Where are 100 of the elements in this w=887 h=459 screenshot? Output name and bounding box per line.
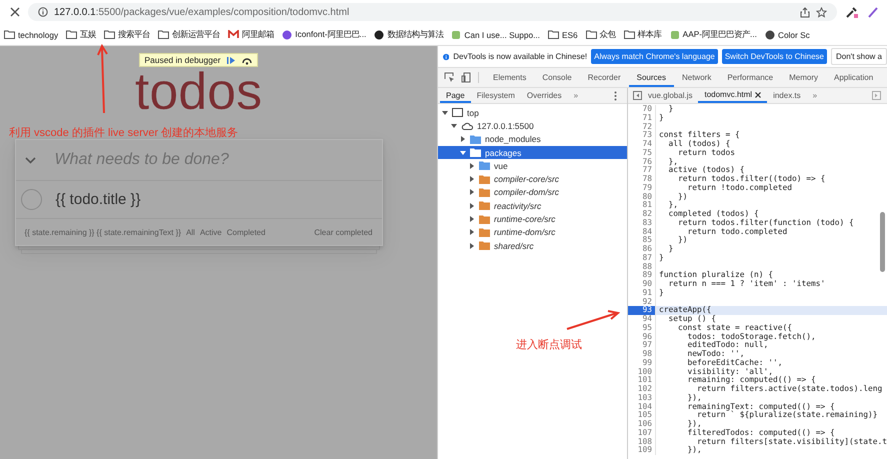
tree-item[interactable]: runtime-dom/src	[438, 226, 627, 239]
site-icon	[451, 30, 462, 40]
filter-link[interactable]: Active	[200, 228, 222, 236]
collapsed-triangle-icon[interactable]	[469, 189, 475, 196]
collapsed-triangle-icon[interactable]	[469, 176, 475, 182]
bookmark[interactable]: 数据结构与算法	[374, 29, 444, 40]
todo-checkbox[interactable]	[20, 189, 42, 210]
bookmark[interactable]: technology	[4, 30, 58, 40]
cloud-icon	[461, 122, 473, 130]
collapsed-triangle-icon[interactable]	[460, 136, 466, 142]
folder-icon	[104, 30, 116, 39]
app-title: todos	[134, 67, 262, 117]
navigator-tab[interactable]: Filesystem	[470, 88, 521, 103]
filter-link[interactable]: All	[186, 228, 195, 236]
expanded-triangle-icon[interactable]	[451, 122, 457, 129]
bookmark[interactable]: 创新运营平台	[158, 29, 220, 40]
more-tabs-button[interactable]: »	[568, 91, 584, 100]
collapsed-triangle-icon[interactable]	[469, 216, 475, 222]
annotation-text: 利用 vscode 的插件 live server 创建的本地服务	[9, 126, 238, 140]
info-icon	[443, 52, 450, 62]
tree-item[interactable]: vue	[438, 159, 627, 172]
annotation-arrow	[96, 44, 110, 114]
bookmark[interactable]: Can I use... Suppo...	[451, 30, 540, 40]
collapsed-triangle-icon[interactable]	[469, 242, 475, 249]
filter-link[interactable]: Completed	[226, 228, 266, 236]
items-left-count: {{ state.remaining }} {{ state.remainingText }}	[24, 228, 182, 236]
new-todo-input[interactable]: What needs to be done?	[52, 150, 382, 170]
tree-item[interactable]: node_modules	[438, 132, 627, 146]
site-icon	[670, 30, 680, 40]
dismiss-button[interactable]: Don't show a	[831, 48, 887, 65]
folder-icon	[158, 30, 170, 39]
round-logo-icon	[282, 30, 292, 40]
info-icon[interactable]	[38, 7, 48, 17]
expanded-triangle-icon[interactable]	[442, 110, 448, 116]
folder-icon	[548, 30, 559, 39]
folder-icon	[66, 30, 78, 39]
folder-icon	[4, 30, 15, 39]
share-icon[interactable]	[800, 6, 810, 18]
tree-item[interactable]: packages	[438, 146, 627, 160]
tree-item[interactable]: compiler-dom/src	[438, 186, 627, 200]
pen-icon[interactable]	[867, 6, 879, 18]
devtools-tab[interactable]: Recorder	[580, 68, 629, 87]
bookmark[interactable]: 众包	[586, 29, 616, 40]
bookmark[interactable]: 阿里邮箱	[228, 29, 274, 40]
more-tabs-button[interactable]: »	[806, 91, 824, 100]
devtools-tab[interactable]: Memory	[781, 68, 826, 87]
url-text: 127.0.0.1:5500/packages/vue/examples/composition/todomvc.html	[54, 6, 350, 18]
tree-item[interactable]: 127.0.0.1:5500	[438, 119, 627, 133]
eyedropper-icon[interactable]	[845, 5, 859, 19]
navigator-tab[interactable]: Page	[440, 88, 471, 103]
collapsed-triangle-icon[interactable]	[469, 162, 475, 169]
annotation-arrow	[566, 309, 620, 331]
round-logo-icon	[374, 30, 384, 40]
devtools-tab[interactable]: Performance	[719, 68, 782, 87]
bookmark[interactable]: Iconfont-阿里巴巴...	[282, 29, 366, 40]
tree-item[interactable]: runtime-core/src	[438, 212, 627, 226]
annotation-text: 进入断点调试	[516, 337, 582, 352]
devtools-tab[interactable]: Console	[534, 68, 580, 87]
tree-item[interactable]: shared/src	[438, 238, 627, 252]
close-icon[interactable]	[10, 7, 20, 17]
devtools-tab[interactable]: Elements	[485, 68, 534, 87]
paused-banner: Paused in debugger	[139, 53, 258, 67]
inspect-icon[interactable]	[444, 72, 455, 83]
chevron-down-icon[interactable]	[24, 156, 36, 164]
devtools-tab[interactable]: Application	[826, 68, 882, 87]
bookmark[interactable]: 搜索平台	[104, 29, 150, 40]
navigator-tab[interactable]: Overrides	[520, 88, 568, 103]
collapsed-triangle-icon[interactable]	[469, 202, 475, 209]
infobar-message: DevTools is now available in Chinese!	[453, 52, 588, 61]
file-tab[interactable]: vue.global.js	[642, 88, 698, 103]
close-icon[interactable]	[755, 92, 762, 98]
tree-item[interactable]: reactivity/src	[438, 199, 627, 212]
frame-icon	[452, 108, 463, 118]
expanded-triangle-icon[interactable]	[460, 150, 466, 156]
step-over-icon[interactable]	[240, 56, 253, 64]
language-button[interactable]: Switch DevTools to Chinese	[722, 49, 827, 64]
address-bar[interactable]: 127.0.0.1:5500/packages/vue/examples/composition/todomvc.html	[28, 3, 837, 21]
bookmark[interactable]: 互娱	[66, 29, 96, 40]
bookmark[interactable]: Color Sc	[764, 30, 810, 40]
devtools-tab[interactable]: Network	[674, 68, 720, 87]
collapsed-triangle-icon[interactable]	[469, 229, 475, 236]
bookmark[interactable]: 样本库	[624, 29, 662, 40]
language-button[interactable]: Always match Chrome's language	[591, 49, 718, 64]
tree-item[interactable]: top	[438, 106, 627, 120]
panel-toggle-icon[interactable]	[872, 91, 881, 100]
star-icon[interactable]	[816, 6, 827, 18]
letter-m-icon	[228, 30, 240, 39]
resume-icon[interactable]	[226, 56, 236, 64]
device-icon[interactable]	[461, 72, 472, 83]
bookmark[interactable]: ES6	[548, 30, 578, 40]
folder-icon	[624, 30, 635, 39]
tree-item[interactable]: compiler-core/src	[438, 172, 627, 186]
file-tab[interactable]: index.ts	[767, 88, 807, 103]
scrollbar-thumb[interactable]	[880, 212, 885, 272]
sidebar-toggle-icon[interactable]	[633, 91, 642, 100]
bookmark[interactable]: AAP-阿里巴巴资产...	[670, 29, 757, 40]
more-icon[interactable]	[614, 90, 617, 100]
file-tab[interactable]: todomvc.html	[698, 88, 768, 103]
clear-completed-link[interactable]: Clear completed	[314, 228, 372, 236]
folder-icon	[586, 30, 597, 39]
